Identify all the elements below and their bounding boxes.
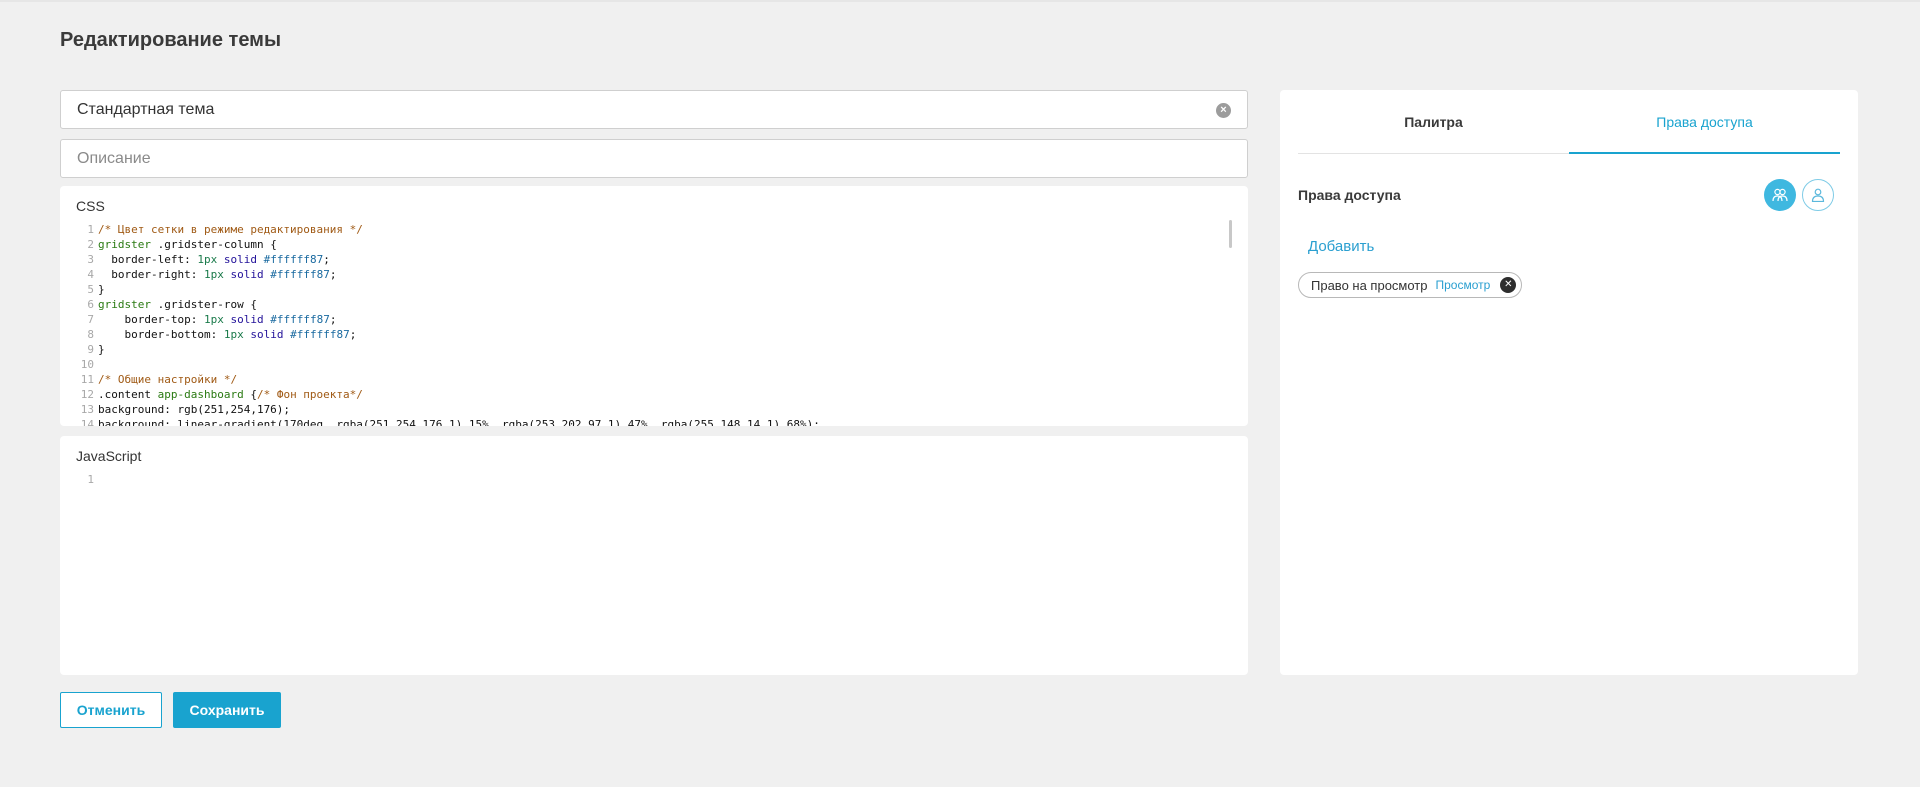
code-text: .content app-dashboard {/* Фон проекта*/ (98, 388, 363, 401)
line-number: 1 (87, 223, 94, 236)
permission-chip: Право на просмотр Просмотр ✕ (1298, 272, 1523, 298)
line-number: 11 (80, 373, 94, 386)
js-code-area[interactable]: 1 (76, 472, 1232, 675)
line-number: 3 (87, 253, 94, 266)
right-panel: Палитра Права доступа Права доступа Доба… (1280, 90, 1858, 675)
line-number: 4 (87, 268, 94, 281)
cancel-button[interactable]: Отменить (60, 692, 162, 728)
permission-label: Право на просмотр (1311, 277, 1428, 293)
line-number: 6 (87, 298, 94, 311)
theme-name-input[interactable]: Стандартная тема × (60, 90, 1248, 129)
permission-value[interactable]: Просмотр (1436, 278, 1491, 292)
css_editor-code-line[interactable]: 2 gridster .gridster-column { (76, 237, 1232, 252)
css_editor-code-line[interactable]: 10 (76, 357, 1232, 372)
css_editor-code-line[interactable]: 4 border-right: 1px solid #ffffff87; (76, 267, 1232, 282)
code-text: gridster .gridster-column { (98, 238, 277, 251)
css-scrollbar[interactable] (1229, 220, 1232, 248)
description-input[interactable]: Описание (60, 139, 1248, 178)
theme-name-value: Стандартная тема (77, 100, 215, 118)
css-editor[interactable]: CSS 1 /* Цвет сетки в режиме редактирован… (60, 186, 1248, 426)
clear-icon[interactable]: × (1216, 103, 1231, 118)
code-text: border-bottom: 1px solid #ffffff87; (98, 328, 357, 341)
line-number: 12 (80, 388, 94, 401)
access-rights-title: Права доступа (1298, 187, 1401, 203)
code-text: background: rgb(251,254,176); (98, 403, 291, 416)
css_editor-code-line[interactable]: 14 background: linear-gradient(170deg, rg… (76, 417, 1232, 426)
panel-tabs: Палитра Права доступа (1298, 90, 1840, 154)
line-number: 2 (87, 238, 94, 251)
group-access-button[interactable] (1764, 179, 1796, 211)
save-button[interactable]: Сохранить (173, 692, 281, 728)
line-number: 10 (80, 358, 94, 371)
code-text: } (98, 283, 105, 296)
css_editor-code-line[interactable]: 13 background: rgb(251,254,176); (76, 402, 1232, 417)
code-text: } (98, 343, 105, 356)
line-number: 13 (80, 403, 94, 416)
css_editor-code-line[interactable]: 5} (76, 282, 1232, 297)
js-editor-label: JavaScript (76, 448, 142, 464)
line-number: 5 (87, 283, 94, 296)
line-number: 7 (87, 313, 94, 326)
description-placeholder: Описание (77, 149, 151, 167)
css_editor-code-line[interactable]: 11 /* Общие настройки */ (76, 372, 1232, 387)
code-text: border-left: 1px solid #ffffff87; (98, 253, 330, 266)
code-text: background: linear-gradient(170deg, rgba… (98, 418, 820, 426)
css_editor-code-line[interactable]: 8 border-bottom: 1px solid #ffffff87; (76, 327, 1232, 342)
css_editor-code-line[interactable]: 7 border-top: 1px solid #ffffff87; (76, 312, 1232, 327)
line-number: 14 (80, 418, 94, 426)
js-editor[interactable]: JavaScript 1 (60, 436, 1248, 675)
css_editor-code-line[interactable]: 3 border-left: 1px solid #ffffff87; (76, 252, 1232, 267)
line-number: 9 (87, 343, 94, 356)
page-title: Редактирование темы (60, 29, 282, 51)
line-number: 1 (87, 473, 94, 486)
tab-palette[interactable]: Палитра (1298, 90, 1569, 153)
close-icon[interactable]: ✕ (1500, 277, 1517, 293)
code-text: border-top: 1px solid #ffffff87; (98, 313, 337, 326)
css_editor-code-line[interactable]: 6 gridster .gridster-row { (76, 297, 1232, 312)
line-number: 8 (87, 328, 94, 341)
css-editor-label: CSS (76, 198, 105, 214)
code-text: gridster .gridster-row { (98, 298, 257, 311)
user-access-button[interactable] (1802, 179, 1834, 211)
top-divider (0, 0, 1920, 2)
users-icon (1772, 188, 1788, 202)
code-text: /* Цвет сетки в режиме редактирования */ (98, 223, 363, 236)
tab-access-rights[interactable]: Права доступа (1569, 90, 1840, 154)
css_editor-code-line[interactable]: 12 .content app-dashboard {/* Фон проекта… (76, 387, 1232, 402)
code-text: border-right: 1px solid #ffffff87; (98, 268, 337, 281)
css_editor-code-line[interactable]: 1 /* Цвет сетки в режиме редактирования *… (76, 222, 1232, 237)
css_editor-code-line[interactable]: 9} (76, 342, 1232, 357)
js_editor-code-line[interactable]: 1 (76, 472, 1232, 487)
add-permission-link[interactable]: Добавить (1308, 238, 1374, 255)
css-code-area[interactable]: 1 /* Цвет сетки в режиме редактирования *… (76, 222, 1232, 426)
user-icon (1811, 188, 1825, 202)
code-text: /* Общие настройки */ (98, 373, 238, 386)
